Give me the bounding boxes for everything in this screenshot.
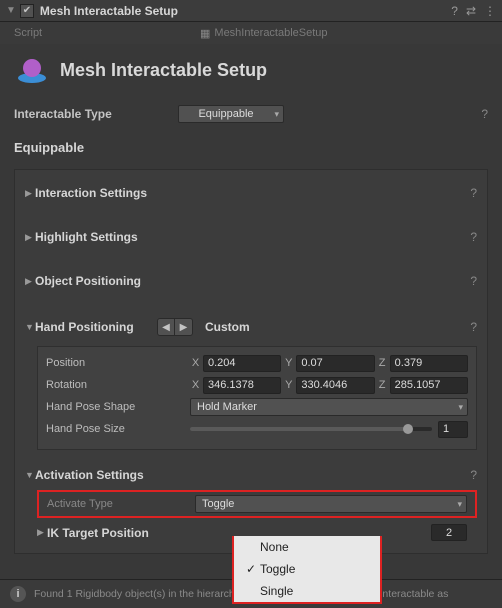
activate-type-dropdown[interactable]: Toggle <box>195 495 467 513</box>
script-field: ▦ MeshInteractableSetup <box>200 27 488 40</box>
activate-type-label: Activate Type <box>41 498 195 510</box>
preset-icon[interactable]: ⇄ <box>466 4 476 18</box>
help-icon[interactable]: ? <box>470 468 477 482</box>
help-icon[interactable]: ? <box>470 274 477 288</box>
panel-big-title: Mesh Interactable Setup <box>60 60 267 81</box>
hand-pose-shape-dropdown[interactable]: Hold Marker <box>190 398 468 416</box>
prev-button[interactable]: ◀ <box>157 318 175 336</box>
component-title: Mesh Interactable Setup <box>40 4 443 18</box>
interactable-type-help-icon[interactable]: ? <box>481 107 488 121</box>
activate-option-none[interactable]: None <box>234 536 380 558</box>
hand-positioning-mode: Custom <box>205 320 250 334</box>
interactable-type-label: Interactable Type <box>14 107 178 121</box>
highlight-settings-foldout[interactable]: ▶ Highlight Settings ? <box>15 224 487 250</box>
next-button[interactable]: ▶ <box>175 318 193 336</box>
rotation-label: Rotation <box>46 379 190 391</box>
hand-positioning-foldout[interactable]: ▼ Hand Positioning ◀ ▶ Custom ? <box>15 312 487 342</box>
activation-settings-foldout[interactable]: ▼ Activation Settings ? <box>15 462 487 488</box>
enabled-checkbox[interactable]: ✔ <box>20 4 34 18</box>
chevron-down-icon: ▼ <box>25 322 35 332</box>
interaction-settings-foldout[interactable]: ▶ Interaction Settings ? <box>15 180 487 206</box>
help-icon[interactable]: ? <box>451 4 458 18</box>
rotation-z-input[interactable] <box>390 377 468 394</box>
script-file-icon: ▦ <box>200 27 210 40</box>
slider-thumb[interactable] <box>403 424 413 434</box>
hand-pose-size-input[interactable] <box>438 421 468 438</box>
position-y-input[interactable] <box>296 355 374 372</box>
chevron-right-icon: ▶ <box>25 276 35 287</box>
interactable-type-dropdown[interactable]: Equippable <box>178 105 284 123</box>
activate-type-menu[interactable]: None ✓ Toggle Single <box>232 536 382 604</box>
activate-option-single[interactable]: Single <box>234 580 380 602</box>
object-positioning-foldout[interactable]: ▶ Object Positioning ? <box>15 268 487 294</box>
activate-type-highlight: Activate Type Toggle <box>37 490 477 518</box>
equippable-section-label: Equippable <box>0 128 502 163</box>
more-icon[interactable]: ⋮ <box>484 4 496 18</box>
chevron-right-icon: ▶ <box>25 188 35 199</box>
script-label: Script <box>14 27 200 39</box>
help-icon[interactable]: ? <box>470 320 477 334</box>
hand-pose-shape-label: Hand Pose Shape <box>46 401 190 413</box>
help-icon[interactable]: ? <box>470 186 477 200</box>
activate-option-toggle[interactable]: ✓ Toggle <box>234 558 380 580</box>
info-icon: i <box>10 586 26 602</box>
mesh-interactable-logo-icon <box>14 52 50 88</box>
script-value: MeshInteractableSetup <box>214 27 327 39</box>
rotation-x-input[interactable] <box>203 377 281 394</box>
hand-pose-size-slider[interactable] <box>190 427 432 431</box>
ik-target-count-input[interactable] <box>431 524 467 541</box>
collapse-arrow-icon[interactable]: ▼ <box>6 5 16 16</box>
chevron-right-icon: ▶ <box>25 232 35 243</box>
position-label: Position <box>46 357 190 369</box>
hand-pose-size-label: Hand Pose Size <box>46 423 190 435</box>
position-x-input[interactable] <box>203 355 281 372</box>
chevron-down-icon: ▼ <box>25 470 35 480</box>
position-z-input[interactable] <box>390 355 468 372</box>
rotation-y-input[interactable] <box>296 377 374 394</box>
check-icon: ✓ <box>242 562 260 576</box>
chevron-right-icon: ▶ <box>37 527 47 538</box>
help-icon[interactable]: ? <box>470 230 477 244</box>
